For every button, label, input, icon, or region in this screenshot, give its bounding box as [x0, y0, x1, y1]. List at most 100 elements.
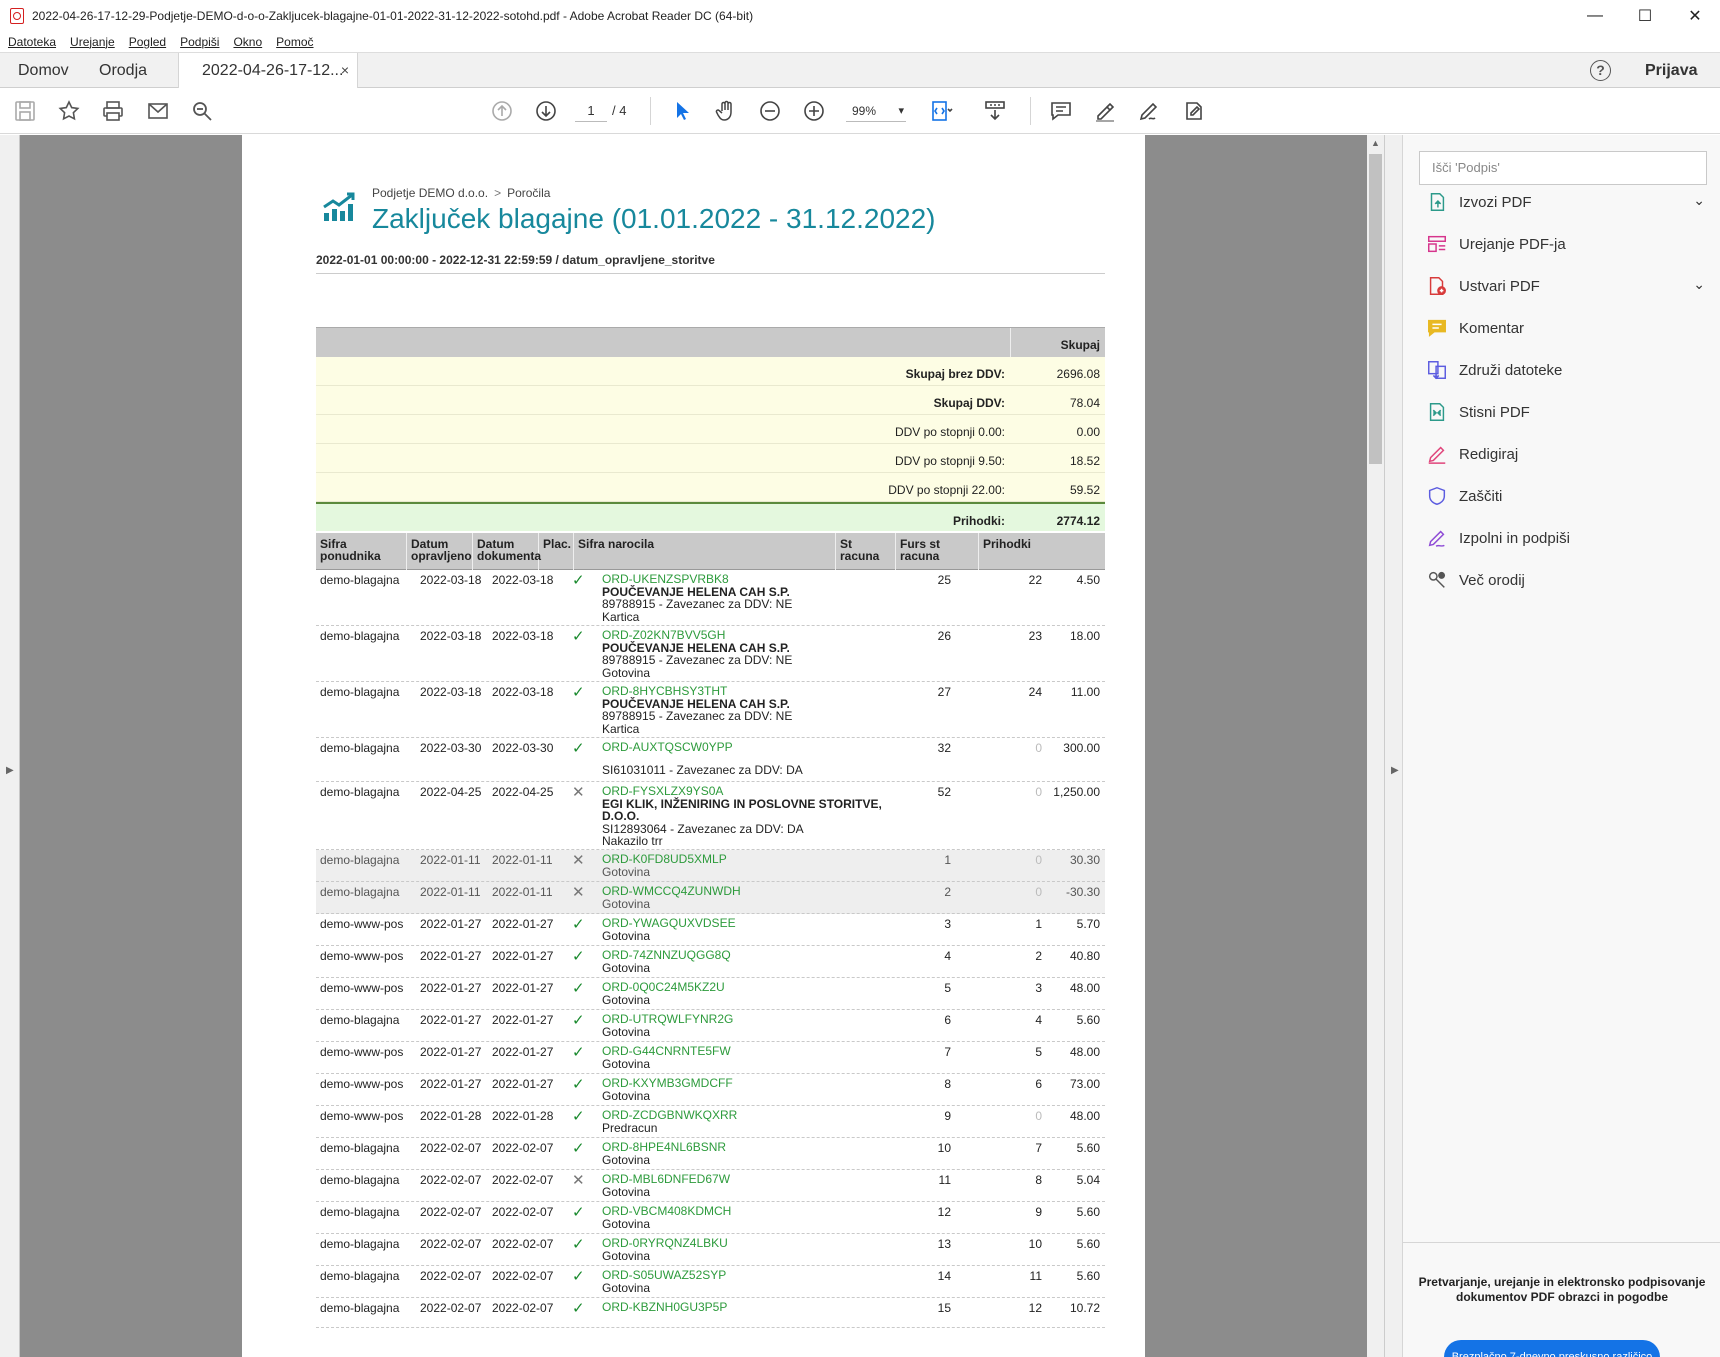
tool-item-compress-pdf[interactable]: Stisni PDF: [1425, 397, 1705, 427]
collapse-right-icon[interactable]: ▶: [1391, 765, 1399, 776]
order-code[interactable]: ORD-KBZNH0GU3P5P: [602, 1301, 882, 1314]
order-code[interactable]: ORD-ZCDGBNWKQXRR: [602, 1109, 882, 1122]
tool-item-fill-sign[interactable]: Izpolni in podpiši: [1425, 523, 1705, 553]
menu-view[interactable]: Pogled: [129, 35, 166, 49]
tab-document-label: 2022-04-26-17-12...: [202, 62, 344, 79]
cell-date-doc: 2022-01-27: [492, 917, 554, 931]
order-code[interactable]: ORD-0Q0C24M5KZ2U: [602, 981, 882, 994]
order-code[interactable]: ORD-AUXTQSCW0YPP: [602, 741, 882, 754]
close-window-button[interactable]: ✕: [1670, 0, 1720, 32]
order-code[interactable]: ORD-VBCM408KDMCH: [602, 1205, 882, 1218]
tool-item-redact[interactable]: Redigiraj: [1425, 439, 1705, 469]
minimize-button[interactable]: —: [1570, 0, 1620, 32]
tool-item-create-pdf[interactable]: Ustvari PDF ⌄: [1425, 271, 1705, 301]
report-chart-icon: [323, 192, 355, 221]
chevron-down-icon[interactable]: ⌄: [1693, 276, 1705, 293]
tool-item-edit-pdf[interactable]: Urejanje PDF-ja: [1425, 229, 1705, 259]
cell-date-done: 2022-01-27: [420, 917, 482, 931]
highlight-pen-icon[interactable]: [1090, 96, 1120, 126]
menu-edit[interactable]: Urejanje: [70, 35, 115, 49]
tab-tools[interactable]: Orodja: [99, 53, 147, 88]
tool-item-export-pdf[interactable]: Izvozi PDF ⌄: [1425, 187, 1705, 217]
order-code[interactable]: ORD-0RYRQNZ4LBKU: [602, 1237, 882, 1250]
payment-method: Gotovina: [602, 864, 651, 879]
login-button[interactable]: Prijava: [1645, 53, 1697, 89]
select-cursor-icon[interactable]: [667, 96, 697, 126]
zoom-out-icon[interactable]: [755, 96, 785, 126]
paid-check-icon: ✓: [572, 1300, 585, 1317]
cell-date-doc: 2022-02-07: [492, 1269, 554, 1283]
search-zoom-icon[interactable]: [187, 96, 217, 126]
unpaid-x-icon: ✕: [572, 784, 585, 801]
tab-home[interactable]: Domov: [18, 53, 69, 88]
payment-method: Gotovina: [602, 1216, 651, 1231]
menu-sign[interactable]: Podpiši: [180, 35, 219, 49]
tools-panel: Išči 'Podpis' Izvozi PDF ⌄ Urejanje PDF-ja…: [1402, 135, 1720, 1357]
save-icon[interactable]: [10, 96, 40, 126]
tool-item-protect[interactable]: Zaščiti: [1425, 481, 1705, 511]
order-code[interactable]: ORD-S05UWAZ52SYP: [602, 1269, 882, 1282]
order-code[interactable]: ORD-MBL6DNFED67W: [602, 1173, 882, 1186]
print-icon[interactable]: [98, 96, 128, 126]
scroll-up-icon[interactable]: ▲: [1371, 138, 1380, 148]
order-code[interactable]: ORD-YWAGQUXVDSEE: [602, 917, 882, 930]
more-tools-toolbar-icon[interactable]: [1179, 96, 1209, 126]
page-number-input[interactable]: 1: [575, 100, 607, 122]
trial-button[interactable]: Brezplačno 7-dnevno preskusno različico: [1444, 1340, 1660, 1357]
cell-invoice-number: 10: [937, 1141, 951, 1155]
draw-icon[interactable]: [1134, 96, 1164, 126]
help-icon[interactable]: ?: [1590, 60, 1611, 81]
right-panel-toggle[interactable]: ▶: [1384, 135, 1402, 1357]
cell-furs-number: 0: [1035, 1109, 1042, 1123]
zoom-select[interactable]: 99%: [846, 100, 906, 122]
tool-item-label: Izvozi PDF: [1459, 193, 1532, 211]
comment-tool-icon[interactable]: [1046, 96, 1076, 126]
cell-invoice-number: 9: [944, 1109, 951, 1123]
expand-left-icon[interactable]: ▶: [6, 765, 14, 776]
menu-file[interactable]: Datoteka: [8, 35, 56, 49]
summary-row: Skupaj DDV: 78.04: [316, 386, 1105, 415]
scroll-mode-icon[interactable]: [980, 96, 1010, 126]
next-page-icon[interactable]: [531, 96, 561, 126]
paid-check-icon: ✓: [572, 1204, 585, 1221]
cell-date-done: 2022-01-27: [420, 1045, 482, 1059]
star-icon[interactable]: [54, 96, 84, 126]
tool-item-comment[interactable]: Komentar: [1425, 313, 1705, 343]
cell-income: 5.70: [1076, 917, 1100, 931]
combine-files-icon: [1425, 358, 1449, 382]
order-code[interactable]: ORD-8HYCBHSY3THT: [602, 685, 882, 698]
cell-provider: demo-blagajna: [320, 1173, 400, 1187]
order-code[interactable]: ORD-KXYMB3GMDCFF: [602, 1077, 882, 1090]
cell-invoice-number: 12: [937, 1205, 951, 1219]
order-code[interactable]: ORD-G44CNRNTE5FW: [602, 1045, 882, 1058]
tool-item-combine-files[interactable]: Združi datoteke: [1425, 355, 1705, 385]
fit-page-icon[interactable]: [926, 96, 956, 126]
tool-item-more-tools[interactable]: Več orodij: [1425, 565, 1705, 595]
order-code[interactable]: ORD-UTRQWLFYNR2G: [602, 1013, 882, 1026]
document-viewer[interactable]: ▶ Podjetje DEMO d.o.o. > Poročila Zaključe…: [0, 135, 1402, 1357]
hand-tool-icon[interactable]: [711, 96, 741, 126]
chevron-down-icon[interactable]: ⌄: [1693, 192, 1705, 209]
left-panel-toggle[interactable]: ▶: [0, 135, 20, 1357]
tab-document[interactable]: 2022-04-26-17-12... ×: [178, 53, 358, 88]
previous-page-icon[interactable]: [487, 96, 517, 126]
cell-date-doc: 2022-01-28: [492, 1109, 554, 1123]
menu-help[interactable]: Pomoč: [276, 35, 313, 49]
order-code[interactable]: ORD-Z02KN7BVV5GH: [602, 629, 882, 642]
comment-icon: [1425, 316, 1449, 340]
order-code[interactable]: ORD-K0FD8UD5XMLP: [602, 853, 882, 866]
scrollbar-thumb[interactable]: [1369, 154, 1382, 464]
email-icon[interactable]: [143, 96, 173, 126]
zoom-in-icon[interactable]: [799, 96, 829, 126]
order-code[interactable]: ORD-FYSXLZX9YS0A: [602, 785, 882, 798]
vertical-scrollbar[interactable]: ▲: [1367, 135, 1384, 1357]
menu-window[interactable]: Okno: [233, 35, 262, 49]
payment-method: Gotovina: [602, 896, 651, 911]
tools-search-input[interactable]: Išči 'Podpis': [1419, 151, 1707, 185]
order-code[interactable]: ORD-UKENZSPVRBK8: [602, 573, 882, 586]
maximize-button[interactable]: ☐: [1620, 0, 1670, 32]
tab-close-icon[interactable]: ×: [341, 53, 349, 88]
order-code[interactable]: ORD-74ZNNZUQGG8Q: [602, 949, 882, 962]
order-code[interactable]: ORD-8HPE4NL6BSNR: [602, 1141, 882, 1154]
order-code[interactable]: ORD-WMCCQ4ZUNWDH: [602, 885, 882, 898]
